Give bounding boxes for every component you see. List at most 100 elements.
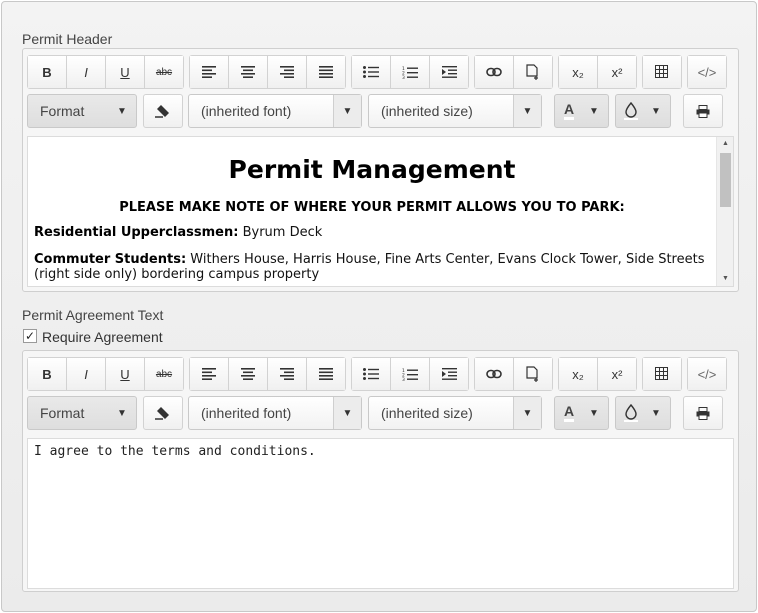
- align-center-button[interactable]: [228, 55, 268, 89]
- justify-button[interactable]: [306, 357, 346, 391]
- svg-text:3: 3: [402, 75, 405, 79]
- justify-button[interactable]: [306, 55, 346, 89]
- link-button[interactable]: [474, 357, 514, 391]
- insert-file-icon: [526, 366, 538, 382]
- text-color-button[interactable]: A ▼: [554, 396, 609, 430]
- chevron-down-icon: ▼: [117, 105, 127, 117]
- code-view-icon: </>: [697, 366, 717, 382]
- subscript-icon: x₂: [572, 64, 584, 80]
- strikethrough-button[interactable]: abc: [144, 357, 184, 391]
- numbered-list-button[interactable]: 123: [390, 357, 430, 391]
- clear-format-icon: [155, 105, 169, 118]
- insert-file-button[interactable]: [513, 55, 553, 89]
- chevron-down-icon: ▼: [589, 407, 599, 419]
- superscript-icon: x²: [611, 366, 623, 382]
- print-icon: [696, 104, 710, 118]
- underline-button[interactable]: U: [105, 357, 145, 391]
- strikethrough-icon: abc: [155, 368, 173, 380]
- code-group: </>: [687, 55, 727, 89]
- insert-file-icon: [526, 64, 538, 80]
- bold-button[interactable]: B: [27, 55, 67, 89]
- italic-button[interactable]: I: [66, 55, 106, 89]
- superscript-button[interactable]: x²: [597, 357, 637, 391]
- clear-format-button[interactable]: [143, 94, 183, 128]
- align-right-button[interactable]: [267, 357, 307, 391]
- table-icon: [654, 65, 668, 78]
- permit-header-content[interactable]: Permit Management PLEASE MAKE NOTE OF WH…: [27, 136, 734, 287]
- font-size-select[interactable]: (inherited size) ▼: [368, 94, 542, 128]
- chevron-down-icon: ▼: [333, 397, 361, 429]
- insert-table-button[interactable]: [642, 55, 682, 89]
- font-size-value: (inherited size): [381, 405, 473, 421]
- doc-title: Permit Management: [228, 155, 516, 184]
- font-size-value: (inherited size): [381, 103, 473, 119]
- scroll-down-icon[interactable]: ▼: [717, 272, 733, 286]
- scroll-thumb[interactable]: [720, 153, 731, 207]
- permit-agreement-content[interactable]: I agree to the terms and conditions.: [27, 438, 734, 589]
- insert-file-button[interactable]: [513, 357, 553, 391]
- permit-agreement-label: Permit Agreement Text: [22, 307, 164, 323]
- superscript-button[interactable]: x²: [597, 55, 637, 89]
- permit-settings-panel: Permit Header B I U abc 123 x₂ x² </> Fo…: [1, 1, 757, 612]
- bullet-list-icon: [363, 66, 379, 78]
- bold-icon: B: [42, 64, 52, 80]
- clear-format-button[interactable]: [143, 396, 183, 430]
- doc-line-commuter: Commuter Students: Withers House, Harris…: [34, 252, 705, 282]
- font-family-select[interactable]: (inherited font) ▼: [188, 94, 362, 128]
- format-dropdown[interactable]: Format ▼: [27, 396, 137, 430]
- scroll-up-icon[interactable]: ▲: [717, 137, 733, 151]
- background-color-button[interactable]: ▼: [615, 94, 671, 128]
- print-button[interactable]: [683, 94, 723, 128]
- align-center-icon: [241, 368, 255, 380]
- font-family-select[interactable]: (inherited font) ▼: [188, 396, 362, 430]
- subscript-button[interactable]: x₂: [558, 357, 598, 391]
- chevron-down-icon: ▼: [513, 397, 541, 429]
- indent-button[interactable]: [429, 55, 469, 89]
- indent-button[interactable]: [429, 357, 469, 391]
- underline-button[interactable]: U: [105, 55, 145, 89]
- subscript-icon: x₂: [572, 366, 584, 382]
- align-center-button[interactable]: [228, 357, 268, 391]
- align-right-button[interactable]: [267, 55, 307, 89]
- text-color-button[interactable]: A ▼: [554, 94, 609, 128]
- code-group: </>: [687, 357, 727, 391]
- subscript-button[interactable]: x₂: [558, 55, 598, 89]
- format-dropdown[interactable]: Format ▼: [27, 94, 137, 128]
- chevron-down-icon: ▼: [651, 105, 661, 117]
- bullet-list-button[interactable]: [351, 357, 391, 391]
- content-scrollbar[interactable]: ▲ ▼: [716, 137, 733, 286]
- chevron-down-icon: ▼: [651, 407, 661, 419]
- background-color-icon: [624, 404, 638, 422]
- align-left-button[interactable]: [189, 357, 229, 391]
- list-group: 123: [351, 55, 469, 89]
- justify-icon: [319, 368, 333, 380]
- numbered-list-button[interactable]: 123: [390, 55, 430, 89]
- print-icon: [696, 406, 710, 420]
- font-size-select[interactable]: (inherited size) ▼: [368, 396, 542, 430]
- print-button[interactable]: [683, 396, 723, 430]
- link-icon: [486, 67, 502, 77]
- align-right-icon: [280, 66, 294, 78]
- permit-agreement-editor: B I U abc 123 x₂ x² </> Format ▼ (inheri…: [22, 350, 739, 592]
- format-label: Format: [40, 103, 85, 119]
- permit-header-editor: B I U abc 123 x₂ x² </> Format ▼ (inheri…: [22, 48, 739, 292]
- strikethrough-icon: abc: [155, 66, 173, 78]
- bullet-list-button[interactable]: [351, 55, 391, 89]
- bold-button[interactable]: B: [27, 357, 67, 391]
- indent-icon: [441, 66, 457, 78]
- strikethrough-button[interactable]: abc: [144, 55, 184, 89]
- doc-note: PLEASE MAKE NOTE OF WHERE YOUR PERMIT AL…: [119, 200, 625, 215]
- background-color-button[interactable]: ▼: [615, 396, 671, 430]
- link-button[interactable]: [474, 55, 514, 89]
- align-left-button[interactable]: [189, 55, 229, 89]
- require-agreement-checkbox[interactable]: ✓: [23, 329, 37, 343]
- insert-table-button[interactable]: [642, 357, 682, 391]
- code-view-button[interactable]: </>: [687, 357, 727, 391]
- italic-icon: I: [84, 366, 88, 382]
- link-icon: [486, 369, 502, 379]
- align-center-icon: [241, 66, 255, 78]
- chevron-down-icon: ▼: [513, 95, 541, 127]
- script-group: x₂ x²: [558, 55, 637, 89]
- italic-button[interactable]: I: [66, 357, 106, 391]
- code-view-button[interactable]: </>: [687, 55, 727, 89]
